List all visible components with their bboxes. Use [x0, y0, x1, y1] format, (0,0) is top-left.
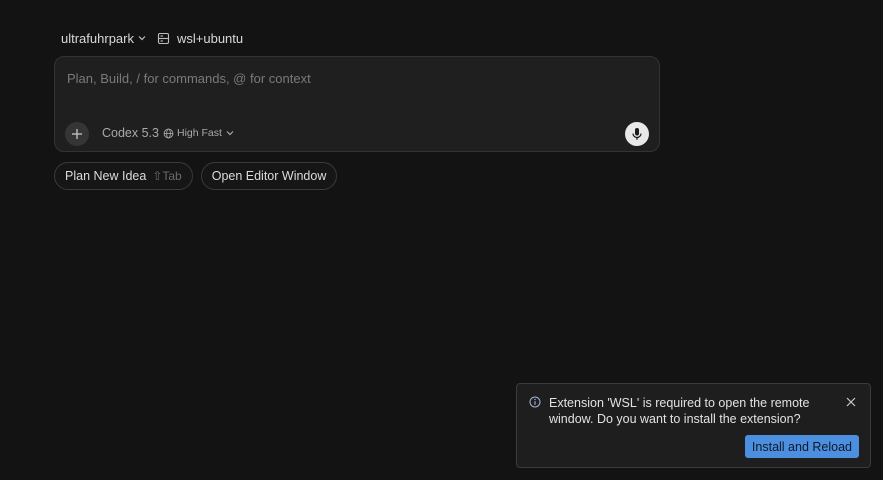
close-icon [846, 397, 856, 407]
app-window: ultrafuhrpark wsl+ubuntu Codex 5.3 [0, 0, 883, 480]
close-notification-button[interactable] [844, 395, 858, 409]
install-and-reload-button[interactable]: Install and Reload [744, 435, 859, 458]
model-mode: High Fast [176, 127, 222, 139]
add-attachment-button[interactable] [65, 122, 89, 146]
plan-new-idea-chip[interactable]: Plan New Idea ⇧Tab [54, 162, 193, 190]
suggestion-chips: Plan New Idea ⇧Tab Open Editor Window [54, 162, 338, 190]
chevron-down-icon [138, 36, 146, 41]
project-selector[interactable]: ultrafuhrpark [61, 31, 147, 46]
model-selector[interactable]: Codex 5.3 High Fast [102, 126, 235, 140]
chip-label: Plan New Idea [65, 169, 147, 183]
model-name: Codex 5.3 [102, 126, 159, 140]
open-editor-window-chip[interactable]: Open Editor Window [200, 162, 338, 190]
plus-icon [72, 129, 82, 139]
prompt-composer: Codex 5.3 High Fast [54, 56, 660, 152]
chip-label: Open Editor Window [211, 169, 327, 183]
server-icon [157, 32, 170, 44]
environment-selector[interactable]: wsl+ubuntu [157, 31, 243, 46]
prompt-input[interactable] [67, 68, 627, 88]
project-name: ultrafuhrpark [61, 30, 134, 46]
info-icon [529, 396, 541, 408]
context-bar: ultrafuhrpark wsl+ubuntu [61, 29, 243, 47]
notification-toast: Extension 'WSL' is required to open the … [516, 383, 871, 468]
keyboard-shortcut: ⇧Tab [152, 169, 182, 183]
globe-icon [163, 128, 174, 138]
chevron-down-icon [226, 131, 234, 136]
notification-message: Extension 'WSL' is required to open the … [549, 396, 810, 426]
environment-name: wsl+ubuntu [176, 30, 244, 46]
microphone-icon [632, 128, 642, 140]
voice-input-button[interactable] [625, 122, 649, 146]
